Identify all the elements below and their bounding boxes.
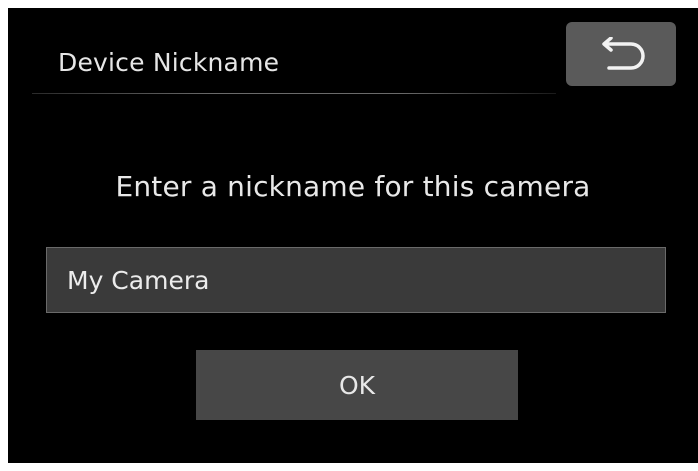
nickname-input[interactable] <box>46 247 666 313</box>
return-arrow-icon <box>602 37 645 70</box>
nickname-prompt: Enter a nickname for this camera <box>115 170 591 203</box>
ok-button[interactable]: OK <box>196 350 518 420</box>
camera-screen: Device Nickname Enter a nickname for thi… <box>8 8 698 463</box>
page-title: Device Nickname <box>58 48 280 77</box>
title-divider <box>32 93 556 94</box>
ok-button-label: OK <box>338 370 376 400</box>
back-button[interactable] <box>566 22 676 86</box>
